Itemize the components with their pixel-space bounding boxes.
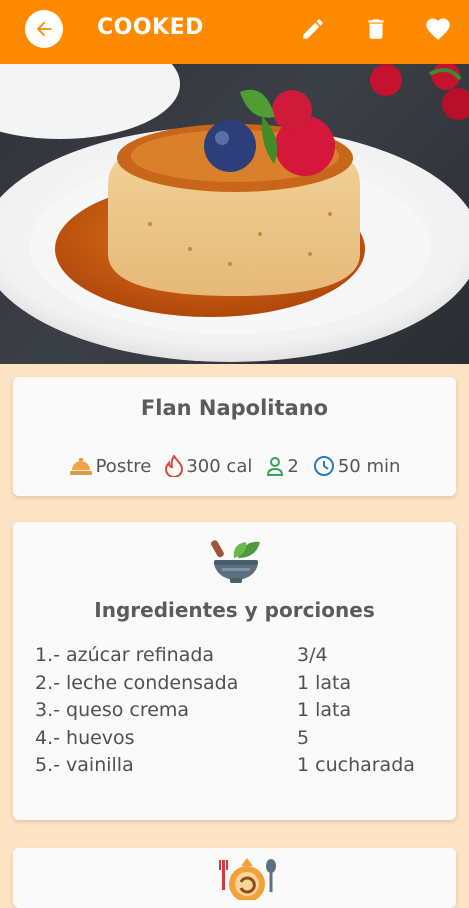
pencil-icon: [303, 19, 323, 39]
arrow-left-icon: [36, 21, 52, 37]
favorite-button[interactable]: [423, 14, 453, 44]
person-icon: [267, 457, 284, 476]
edit-button[interactable]: [298, 14, 328, 44]
recipe-photo: [0, 64, 469, 364]
recipe-title: Flan Napolitano: [140, 396, 329, 420]
recipe-meta: Postre 300 cal 2 50 min: [13, 455, 456, 477]
ingredient-row: 3.- queso crema 1 lata: [35, 697, 445, 725]
servings-label: 2: [287, 455, 299, 477]
calories-meta: 300 cal: [165, 455, 252, 477]
ingredient-quantity: 1 lata: [297, 699, 352, 721]
ingredient-name: 2.- leche condensada: [35, 671, 239, 694]
category-meta: Postre: [69, 455, 152, 477]
preparation-card: [13, 848, 456, 908]
category-label: Postre: [95, 455, 152, 477]
ingredient-quantity: 5: [297, 726, 310, 749]
delete-button[interactable]: [361, 14, 391, 44]
ingredients-title: Ingredientes y porciones: [94, 598, 375, 622]
ingredient-name: 5.- vainilla: [35, 754, 134, 776]
ingredient-name: 1.- azúcar refinada: [35, 644, 215, 666]
dish-cloche-icon: [69, 458, 92, 475]
trash-icon: [368, 19, 384, 39]
time-meta: 50 min: [313, 455, 401, 477]
recipe-summary-card: Flan Napolitano Postre 300 cal 2 50 min: [13, 377, 456, 496]
app-bar: COOKED: [0, 0, 469, 64]
heart-icon: [426, 18, 450, 40]
back-button[interactable]: [25, 10, 63, 48]
ingredients-card: Ingredientes y porciones 1.- azúcar refi…: [13, 522, 456, 820]
ingredient-row: 2.- leche condensada 1 lata: [35, 670, 445, 698]
chef-plate-icon: [216, 856, 278, 904]
mortar-bowl-icon: [208, 538, 264, 588]
clock-icon: [313, 456, 334, 476]
ingredient-quantity: 3/4: [297, 644, 328, 666]
ingredient-row: 1.- azúcar refinada 3/4: [35, 642, 445, 670]
flan-dessert-photo: [0, 64, 469, 362]
flame-icon: [165, 455, 184, 477]
app-title: COOKED: [97, 15, 204, 40]
ingredient-quantity: 1 cucharada: [297, 754, 415, 776]
time-label: 50 min: [337, 455, 401, 477]
ingredient-row: 4.- huevos 5: [35, 725, 445, 753]
calories-label: 300 cal: [186, 455, 253, 477]
ingredient-name: 4.- huevos: [35, 726, 135, 749]
ingredients-list: 1.- azúcar refinada 3/4 2.- leche conden…: [35, 642, 445, 780]
ingredient-name: 3.- queso crema: [35, 699, 190, 721]
ingredient-quantity: 1 lata: [297, 671, 352, 694]
servings-meta: 2: [266, 455, 299, 477]
ingredient-row: 5.- vainilla 1 cucharada: [35, 752, 445, 780]
